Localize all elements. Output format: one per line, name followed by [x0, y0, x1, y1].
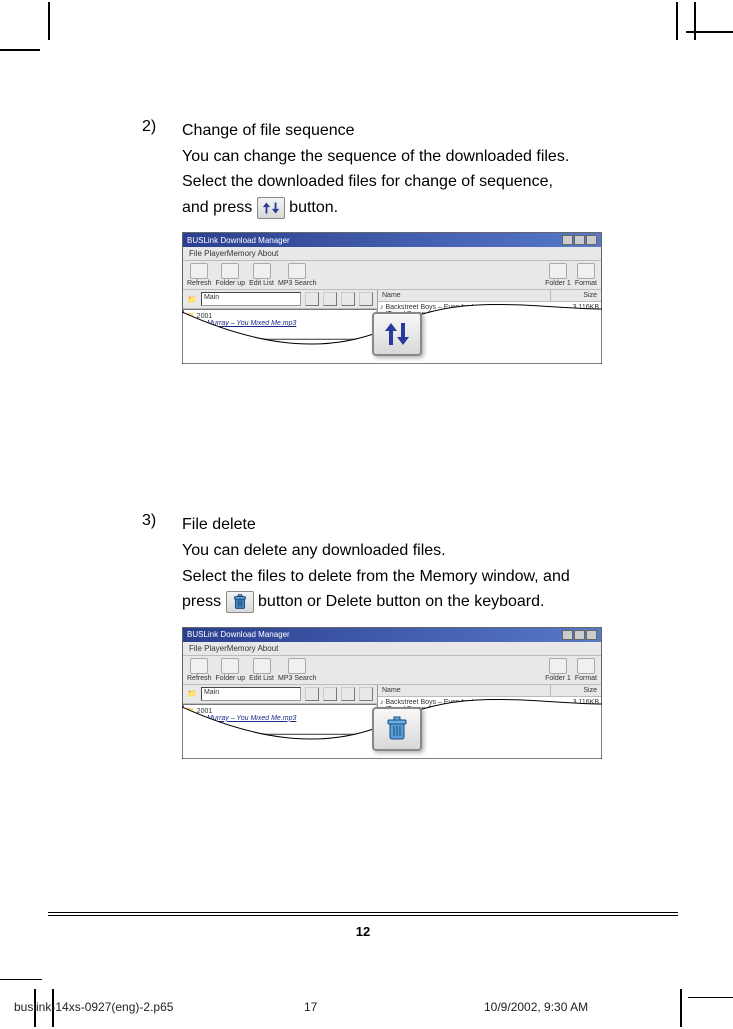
- file-row[interactable]: ♪ Backstreet Boys – Everybody.mp3 3,116K…: [380, 304, 599, 311]
- minimize-icon[interactable]: [562, 235, 573, 245]
- folder-up-icon: [221, 658, 239, 674]
- folder-row[interactable]: 📁 2001: [186, 312, 374, 320]
- file-row[interactable]: Alanis Murray – You Mixed Me.mp3: [186, 320, 374, 327]
- left-pane-header: 📁 Main: [183, 685, 377, 704]
- file-row[interactable]: Alanis Murray – You Mixed Me.mp3: [186, 715, 374, 722]
- left-file-list[interactable]: 📁 2001 Alanis Murray – You Mixed Me.mp3: [183, 309, 377, 339]
- body-text: press: [182, 593, 226, 610]
- list-item-3: 3) File delete You can delete any downlo…: [142, 512, 602, 614]
- menu-bar[interactable]: File PlayerMemory About: [183, 642, 601, 656]
- nav-button[interactable]: [359, 292, 373, 306]
- close-icon[interactable]: [586, 235, 597, 245]
- edit-list-icon: [253, 263, 271, 279]
- body-text: button or Delete button on the keyboard.: [258, 593, 544, 610]
- body-line: press button or Delete button on the key…: [182, 589, 602, 615]
- toolbar-button-folder1[interactable]: Folder 1: [545, 658, 571, 682]
- window-buttons: [562, 235, 597, 245]
- folder-icon: [549, 658, 567, 674]
- body-line: You can delete any downloaded files.: [182, 538, 602, 564]
- column-size[interactable]: Size: [551, 685, 601, 696]
- footer-datetime: 10/9/2002, 9:30 AM: [484, 1000, 719, 1014]
- toolbar-button-refresh[interactable]: Refresh: [187, 263, 212, 287]
- right-header: Name Size: [378, 685, 601, 697]
- left-file-list[interactable]: 📁 2001 Alanis Murray – You Mixed Me.mp3: [183, 704, 377, 734]
- left-pane: 📁 Main 📁 2001 Alanis Murray – You Mixed …: [183, 290, 378, 339]
- maximize-icon[interactable]: [574, 630, 585, 640]
- body-line: and press button.: [182, 195, 602, 221]
- toolbar-button-folder1[interactable]: Folder 1: [545, 263, 571, 287]
- search-icon: [288, 658, 306, 674]
- nav-button[interactable]: [323, 687, 337, 701]
- item-number: 3): [142, 512, 182, 530]
- trash-callout-icon: [372, 707, 422, 751]
- folder-dropdown[interactable]: Main: [201, 687, 301, 701]
- window-title: BUSLink Download Manager: [187, 630, 290, 639]
- refresh-icon: [190, 658, 208, 674]
- app-screenshot: BUSLink Download Manager File PlayerMemo…: [182, 232, 602, 352]
- toolbar-button-refresh[interactable]: Refresh: [187, 658, 212, 682]
- item-body: File delete You can delete any downloade…: [182, 512, 602, 614]
- left-pane: 📁 Main 📁 2001 Alanis Murray – You Mixed …: [183, 685, 378, 734]
- refresh-icon: [190, 263, 208, 279]
- close-icon[interactable]: [586, 630, 597, 640]
- item-number: 2): [142, 118, 182, 136]
- nav-button[interactable]: [305, 292, 319, 306]
- item-title: File delete: [182, 512, 602, 538]
- arrows-up-down-icon: [257, 197, 285, 219]
- footer: buslink-14xs-0927(eng)-2.p65 17 10/9/200…: [14, 1000, 719, 1014]
- toolbar-button-format[interactable]: Format: [575, 658, 597, 682]
- trash-icon: [226, 591, 254, 613]
- arrows-callout-icon: [372, 312, 422, 356]
- toolbar-button-mp3-search[interactable]: MP3 Search: [278, 658, 317, 682]
- folder-icon: [549, 263, 567, 279]
- toolbar-button-edit-list[interactable]: Edit List: [249, 263, 274, 287]
- footer-filename: buslink-14xs-0927(eng)-2.p65: [14, 1000, 304, 1014]
- column-size[interactable]: Size: [551, 290, 601, 301]
- maximize-icon[interactable]: [574, 235, 585, 245]
- nav-button[interactable]: [305, 687, 319, 701]
- search-icon: [288, 263, 306, 279]
- toolbar-button-format[interactable]: Format: [575, 263, 597, 287]
- nav-button[interactable]: [341, 292, 355, 306]
- body-line: Select the files to delete from the Memo…: [182, 564, 602, 590]
- toolbar-button-folder-up[interactable]: Folder up: [216, 658, 246, 682]
- format-icon: [577, 263, 595, 279]
- column-name[interactable]: Name: [378, 685, 551, 696]
- list-item-2: 2) Change of file sequence You can chang…: [142, 118, 602, 220]
- footer-page: 17: [304, 1000, 484, 1014]
- menu-bar[interactable]: File PlayerMemory About: [183, 247, 601, 261]
- format-icon: [577, 658, 595, 674]
- item-title: Change of file sequence: [182, 118, 602, 144]
- body-line: Select the downloaded files for change o…: [182, 169, 602, 195]
- nav-button[interactable]: [359, 687, 373, 701]
- item-body: Change of file sequence You can change t…: [182, 118, 602, 220]
- app-screenshot: BUSLink Download Manager File PlayerMemo…: [182, 627, 602, 747]
- window-title: BUSLink Download Manager: [187, 236, 290, 245]
- right-header: Name Size: [378, 290, 601, 302]
- file-row[interactable]: ♪ Backstreet Boys – Everybody.mp3 3,116K…: [380, 699, 599, 706]
- toolbar-button-edit-list[interactable]: Edit List: [249, 658, 274, 682]
- folder-dropdown[interactable]: Main: [201, 292, 301, 306]
- toolbar-button-folder-up[interactable]: Folder up: [216, 263, 246, 287]
- nav-button[interactable]: [323, 292, 337, 306]
- toolbar-button-mp3-search[interactable]: MP3 Search: [278, 263, 317, 287]
- edit-list-icon: [253, 658, 271, 674]
- folder-row[interactable]: 📁 2001: [186, 707, 374, 715]
- title-bar: BUSLink Download Manager: [183, 233, 601, 247]
- body-text: button.: [289, 199, 338, 216]
- nav-button[interactable]: [341, 687, 355, 701]
- toolbar: Refresh Folder up Edit List MP3 Search F…: [183, 261, 601, 290]
- toolbar: Refresh Folder up Edit List MP3 Search F…: [183, 656, 601, 685]
- window-buttons: [562, 630, 597, 640]
- page-content: 2) Change of file sequence You can chang…: [142, 118, 602, 747]
- body-text: and press: [182, 199, 257, 216]
- page-number: 12: [48, 912, 678, 939]
- left-pane-header: 📁 Main: [183, 290, 377, 309]
- body-line: You can change the sequence of the downl…: [182, 144, 602, 170]
- folder-up-icon: [221, 263, 239, 279]
- minimize-icon[interactable]: [562, 630, 573, 640]
- column-name[interactable]: Name: [378, 290, 551, 301]
- title-bar: BUSLink Download Manager: [183, 628, 601, 642]
